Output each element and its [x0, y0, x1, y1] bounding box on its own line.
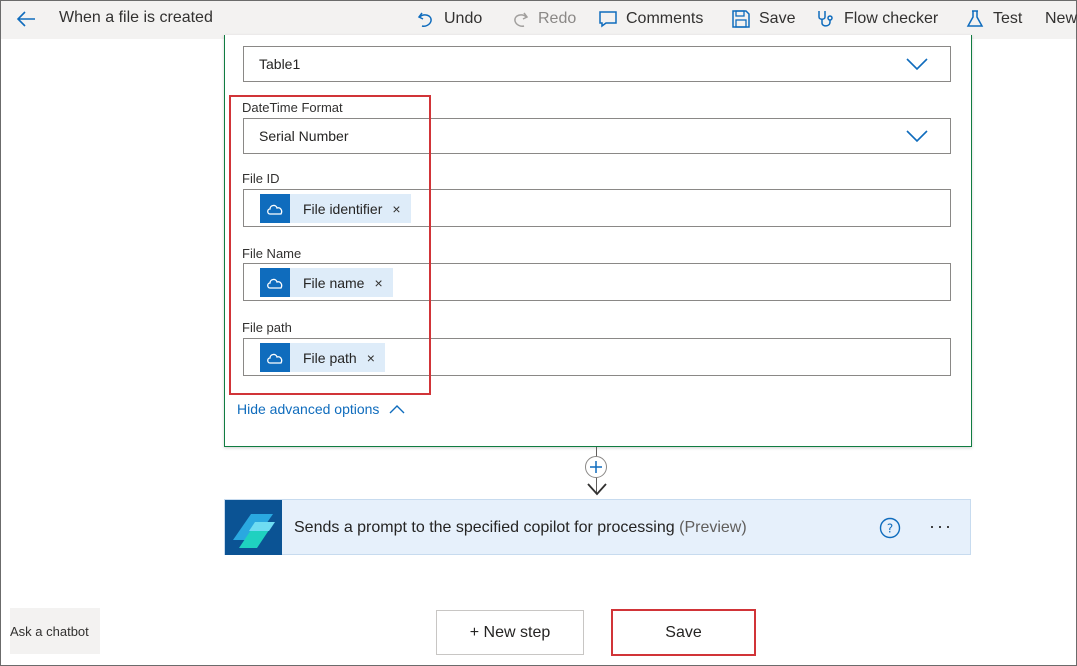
chevron-up-icon	[389, 405, 405, 414]
redo-icon	[514, 12, 529, 27]
flow-title: When a file is created	[59, 9, 213, 26]
flow-checker-button[interactable]: Flow checker	[816, 8, 938, 30]
ask-chatbot-button[interactable]: Ask a chatbot	[10, 608, 100, 654]
table-select[interactable]: Table1	[243, 46, 951, 82]
comments-label: Comments	[626, 10, 704, 27]
step-title: Sends a prompt to the specified copilot …	[294, 519, 747, 536]
flask-icon	[966, 10, 984, 27]
new-step-button[interactable]: + New step	[436, 610, 584, 655]
redo-label: Redo	[538, 10, 577, 27]
arrow-down-icon	[587, 483, 607, 496]
undo-label: Undo	[444, 10, 483, 27]
chevron-down-icon	[906, 58, 928, 71]
chevron-down-icon	[906, 130, 928, 143]
flow-checker-label: Flow checker	[844, 10, 939, 27]
preview-tag: (Preview)	[679, 519, 747, 536]
undo-icon	[417, 12, 432, 27]
copilot-studio-logo-icon	[225, 500, 282, 555]
test-button[interactable]: Test	[965, 8, 1022, 30]
table-value: Table1	[259, 56, 301, 72]
ask-chatbot-label: Ask a chatbot	[10, 623, 89, 639]
new-button[interactable]: New	[1045, 8, 1077, 30]
comments-button[interactable]: Comments	[598, 8, 703, 30]
save-command-button[interactable]: Save	[731, 8, 795, 30]
save-button[interactable]: Save	[611, 609, 756, 656]
save-icon	[732, 10, 750, 28]
plus-icon	[590, 461, 602, 473]
new-step-label: + New step	[469, 623, 551, 641]
save-label: Save	[665, 623, 702, 641]
stethoscope-icon	[818, 11, 833, 27]
highlight-box	[229, 95, 431, 395]
insert-step-button[interactable]	[585, 456, 607, 478]
hide-advanced-options-label: Hide advanced options	[237, 401, 380, 417]
back-arrow-icon[interactable]	[15, 9, 39, 29]
copilot-prompt-step[interactable]: Sends a prompt to the specified copilot …	[224, 499, 971, 555]
test-label: Test	[993, 10, 1023, 27]
comment-icon	[599, 11, 617, 28]
more-options-button[interactable]: ···	[929, 516, 953, 537]
new-label: New	[1045, 10, 1077, 27]
hide-advanced-options-link[interactable]: Hide advanced options	[237, 401, 405, 417]
command-bar: When a file is created Undo Redo Comment…	[1, 1, 1077, 39]
svg-text:?: ?	[887, 522, 893, 536]
help-icon[interactable]: ?	[879, 517, 901, 539]
undo-button[interactable]: Undo	[416, 8, 482, 30]
redo-button[interactable]: Redo	[510, 8, 576, 30]
save-command-label: Save	[759, 10, 796, 27]
